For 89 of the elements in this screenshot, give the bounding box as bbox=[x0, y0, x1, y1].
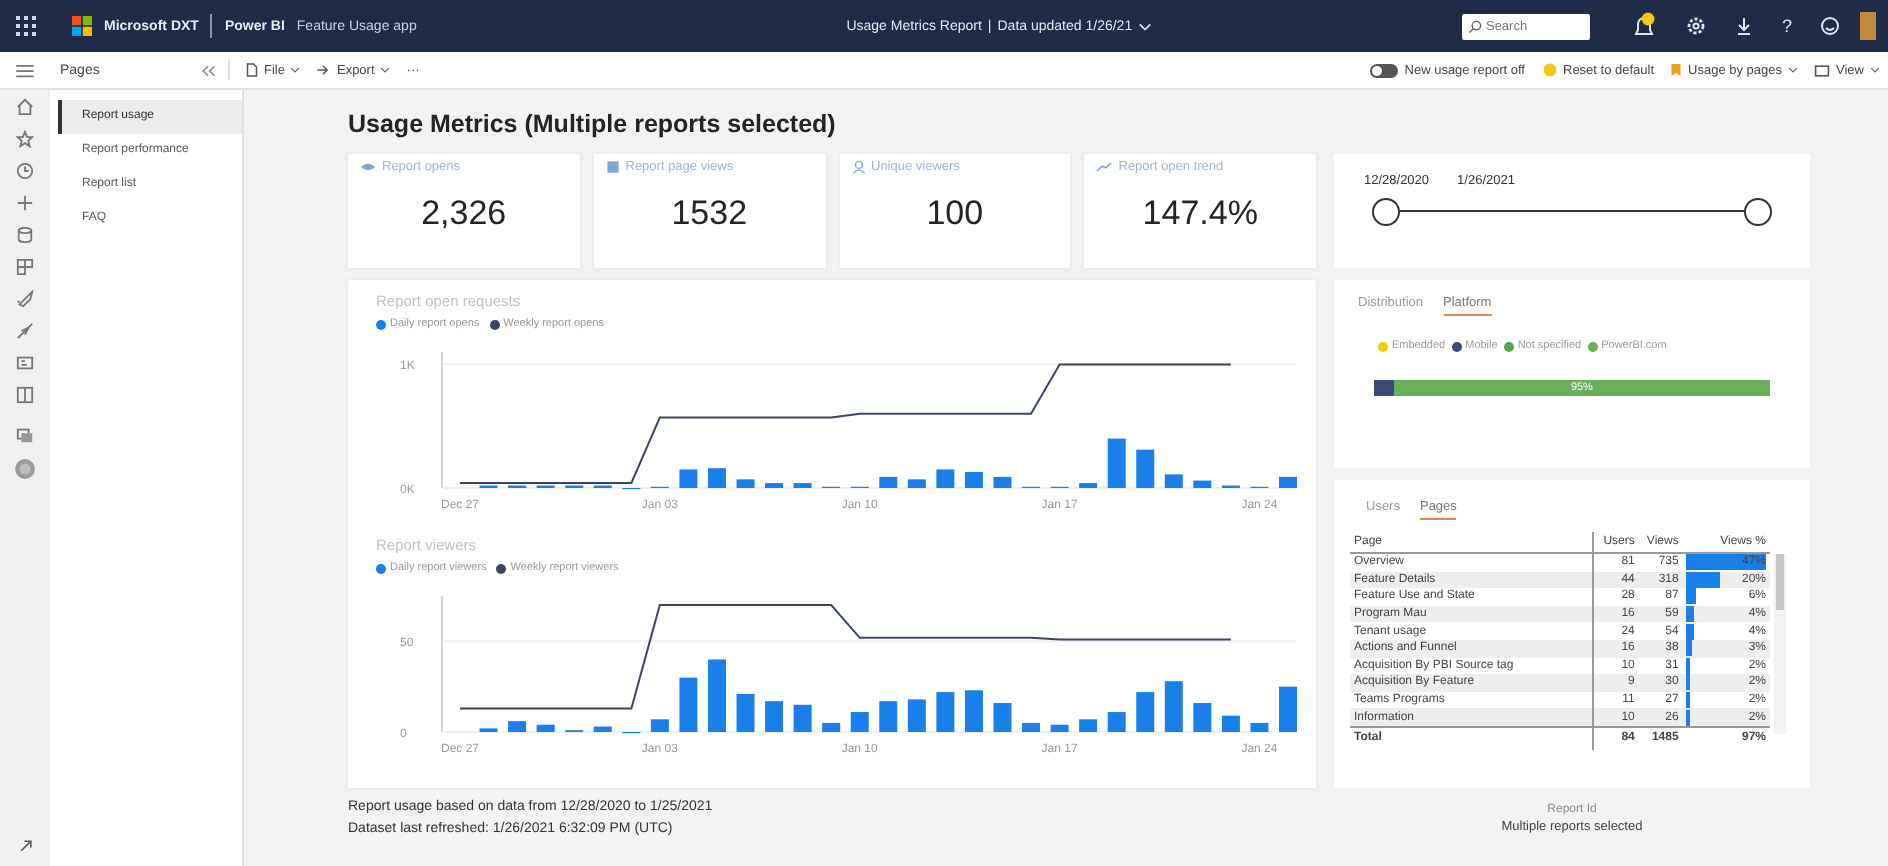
bar bbox=[793, 704, 812, 732]
bar bbox=[936, 469, 955, 488]
grid-icon[interactable] bbox=[16, 258, 34, 276]
toggle-switch[interactable] bbox=[1370, 63, 1399, 77]
bar bbox=[879, 476, 898, 488]
bar bbox=[1221, 715, 1240, 732]
home-icon[interactable] bbox=[16, 98, 34, 116]
search-icon bbox=[1467, 19, 1482, 33]
star-icon[interactable] bbox=[16, 130, 34, 148]
bar bbox=[679, 677, 698, 732]
bar bbox=[1193, 703, 1212, 732]
circle-icon bbox=[1541, 62, 1557, 78]
file-icon bbox=[246, 62, 258, 78]
arrow-icon bbox=[316, 64, 331, 76]
bar bbox=[1279, 686, 1297, 732]
bar bbox=[765, 701, 784, 732]
bar bbox=[1079, 483, 1098, 488]
y-axis bbox=[441, 595, 443, 733]
smiley-icon[interactable] bbox=[1820, 16, 1840, 36]
slider-handle[interactable] bbox=[1744, 198, 1772, 226]
bar bbox=[964, 690, 983, 732]
logo-icon bbox=[72, 16, 92, 36]
bar bbox=[1250, 722, 1269, 732]
bookmark-icon bbox=[1670, 62, 1683, 78]
database-icon[interactable] bbox=[16, 226, 34, 244]
help-button[interactable]: ? bbox=[1781, 16, 1792, 36]
kpi-value: 100 bbox=[924, 194, 986, 234]
chevron-icon bbox=[290, 66, 301, 74]
bar bbox=[707, 659, 726, 732]
bar bbox=[1107, 712, 1126, 732]
menu-icon[interactable] bbox=[16, 63, 34, 77]
collapse-icon[interactable] bbox=[200, 63, 216, 77]
range-slider[interactable] bbox=[1372, 198, 1772, 226]
bar bbox=[793, 483, 812, 488]
bar bbox=[707, 468, 726, 488]
bar bbox=[993, 703, 1012, 732]
bar bbox=[850, 712, 869, 732]
kpi-value: 2,326 bbox=[419, 194, 509, 234]
bar bbox=[822, 722, 841, 732]
bar bbox=[1050, 724, 1069, 732]
bar bbox=[907, 479, 926, 488]
report-title: Usage Metrics (Multiple reports selected) bbox=[348, 108, 838, 142]
bar bbox=[1107, 438, 1126, 488]
bar bbox=[1164, 474, 1183, 488]
bar bbox=[736, 479, 755, 488]
apps-icon[interactable] bbox=[16, 16, 36, 36]
y-axis bbox=[441, 351, 443, 489]
chevron-icon bbox=[1870, 66, 1880, 74]
eye-icon bbox=[360, 162, 376, 172]
chevron-icon bbox=[380, 66, 391, 74]
workspace-icon[interactable] bbox=[16, 426, 34, 444]
chevron-icon[interactable] bbox=[1138, 21, 1153, 31]
bar bbox=[879, 701, 898, 732]
kpi-value: 147.4% bbox=[1140, 194, 1260, 234]
bar bbox=[736, 693, 755, 732]
card-icon[interactable] bbox=[16, 354, 34, 372]
bar bbox=[1193, 480, 1212, 488]
bar bbox=[536, 724, 555, 732]
bell-icon[interactable] bbox=[1629, 12, 1658, 40]
chevron-icon bbox=[1788, 66, 1799, 74]
bar bbox=[1279, 476, 1297, 488]
bar bbox=[650, 719, 669, 732]
expand-arrow-icon[interactable] bbox=[17, 838, 33, 854]
download-icon[interactable] bbox=[1733, 16, 1754, 36]
bar bbox=[907, 699, 926, 732]
trend-icon bbox=[1096, 162, 1113, 172]
bar bbox=[1136, 449, 1155, 488]
bar bbox=[1164, 681, 1183, 732]
bar bbox=[1022, 722, 1041, 732]
bar bbox=[1079, 719, 1098, 732]
bar bbox=[1136, 692, 1155, 732]
settings-icon[interactable] bbox=[1685, 16, 1706, 36]
slider-handle[interactable] bbox=[1372, 198, 1400, 226]
profile-circle-icon[interactable] bbox=[14, 458, 36, 480]
page-icon bbox=[605, 160, 620, 174]
window-icon bbox=[1814, 63, 1831, 77]
bar bbox=[936, 692, 955, 732]
kpi-value: 1532 bbox=[669, 194, 750, 234]
bar bbox=[679, 469, 698, 488]
bar bbox=[593, 726, 612, 732]
bar bbox=[765, 483, 784, 488]
plus-icon[interactable] bbox=[16, 194, 34, 212]
clock-icon[interactable] bbox=[16, 162, 34, 180]
scrollbar[interactable] bbox=[1774, 554, 1786, 734]
bar bbox=[508, 721, 527, 732]
book-icon[interactable] bbox=[16, 386, 34, 404]
bar bbox=[993, 476, 1012, 488]
bar bbox=[964, 471, 983, 488]
person-icon bbox=[851, 160, 865, 174]
